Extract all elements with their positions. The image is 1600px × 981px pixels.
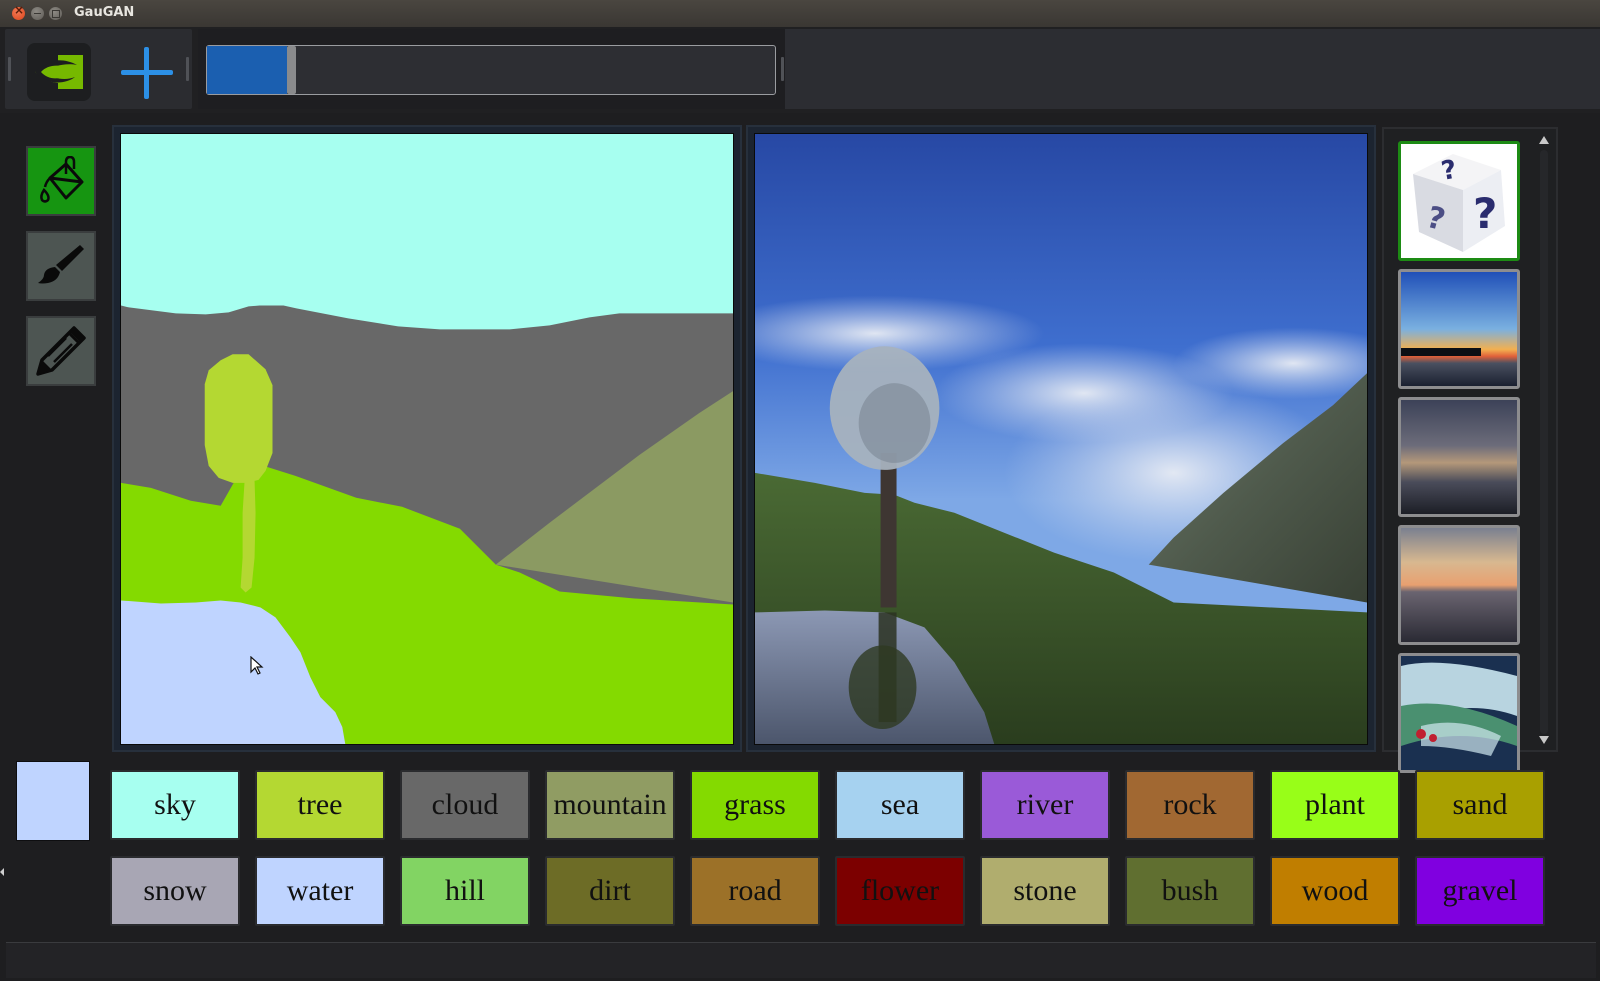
- tree-crown-shade: [858, 383, 931, 463]
- label-palette: sky tree cloud mountain grass sea river rock pla…: [108, 770, 1548, 930]
- nvidia-logo-button[interactable]: [27, 43, 91, 101]
- paint-brush-icon: [38, 245, 84, 284]
- tree-trunk: [880, 452, 897, 608]
- gaugan-window: GauGAN: [0, 0, 1600, 981]
- current-color-swatch: [16, 761, 90, 841]
- style-thumb-painting[interactable]: [1398, 653, 1520, 773]
- fill-tool-button[interactable]: [26, 146, 96, 216]
- style-gallery: ? ? ?: [1382, 127, 1558, 773]
- scrollbar-track[interactable]: [1540, 150, 1548, 734]
- label-stone-button[interactable]: stone: [980, 856, 1110, 926]
- label-cloud-button[interactable]: cloud: [400, 770, 530, 840]
- slider-fill: [207, 46, 287, 94]
- style-thumb-cloudy-sea[interactable]: [1398, 397, 1520, 517]
- minimize-window-button[interactable]: [31, 7, 44, 20]
- label-mountain-button[interactable]: mountain: [545, 770, 675, 840]
- label-water-button[interactable]: water: [255, 856, 385, 926]
- label-sand-button[interactable]: sand: [1415, 770, 1545, 840]
- mouse-pointer: [250, 656, 264, 675]
- label-rock-button[interactable]: rock: [1125, 770, 1255, 840]
- pencil-icon: [36, 326, 86, 376]
- toolbar-group-empty: [781, 29, 1600, 109]
- label-bush-button[interactable]: bush: [1125, 856, 1255, 926]
- label-snow-button[interactable]: snow: [110, 856, 240, 926]
- toolbar-grip-handle[interactable]: [781, 57, 784, 81]
- toolbar-grip-handle[interactable]: [186, 57, 189, 81]
- slider-handle[interactable]: [287, 46, 296, 94]
- pencil-tool-button[interactable]: [26, 316, 96, 386]
- label-hill-button[interactable]: hill: [400, 856, 530, 926]
- label-grass-button[interactable]: grass: [690, 770, 820, 840]
- label-sea-button[interactable]: sea: [835, 770, 965, 840]
- add-plus-button[interactable]: [115, 41, 177, 103]
- status-bar: [6, 942, 1596, 978]
- label-wood-button[interactable]: wood: [1270, 856, 1400, 926]
- window-title: GauGAN: [74, 5, 135, 20]
- nvidia-logo-icon: [35, 55, 83, 89]
- tree-reflection-crown: [848, 645, 917, 730]
- scroll-up-arrow-icon[interactable]: [1539, 136, 1549, 144]
- region-tree-crown: [204, 354, 273, 483]
- style-thumb-random[interactable]: ? ? ?: [1398, 141, 1520, 261]
- gallery-scrollbar[interactable]: [1538, 132, 1552, 750]
- close-window-button[interactable]: [12, 3, 25, 20]
- label-sky-button[interactable]: sky: [110, 770, 240, 840]
- toolbar-grip-handle[interactable]: [8, 57, 11, 81]
- segmentation-canvas[interactable]: [120, 133, 734, 745]
- label-tree-button[interactable]: tree: [255, 770, 385, 840]
- label-river-button[interactable]: river: [980, 770, 1110, 840]
- scroll-down-arrow-icon[interactable]: [1539, 736, 1549, 744]
- splitter-handle-icon[interactable]: [0, 868, 4, 876]
- label-flower-button[interactable]: flower: [835, 856, 965, 926]
- label-plant-button[interactable]: plant: [1270, 770, 1400, 840]
- style-thumb-sunset-lake[interactable]: [1398, 269, 1520, 389]
- generated-image: [754, 133, 1368, 745]
- paint-bucket-icon: [40, 156, 84, 203]
- dice-icon: ? ? ?: [1401, 144, 1517, 258]
- label-dirt-button[interactable]: dirt: [545, 856, 675, 926]
- style-thumb-city-sunset[interactable]: [1398, 525, 1520, 645]
- toolbar-group-main: [5, 29, 192, 109]
- svg-text:?: ?: [1473, 189, 1497, 238]
- brush-tool-button[interactable]: [26, 231, 96, 301]
- maximize-window-button[interactable]: [49, 7, 62, 20]
- label-gravel-button[interactable]: gravel: [1415, 856, 1545, 926]
- style-blend-slider[interactable]: [206, 45, 776, 95]
- title-bar: GauGAN: [0, 0, 1600, 27]
- label-road-button[interactable]: road: [690, 856, 820, 926]
